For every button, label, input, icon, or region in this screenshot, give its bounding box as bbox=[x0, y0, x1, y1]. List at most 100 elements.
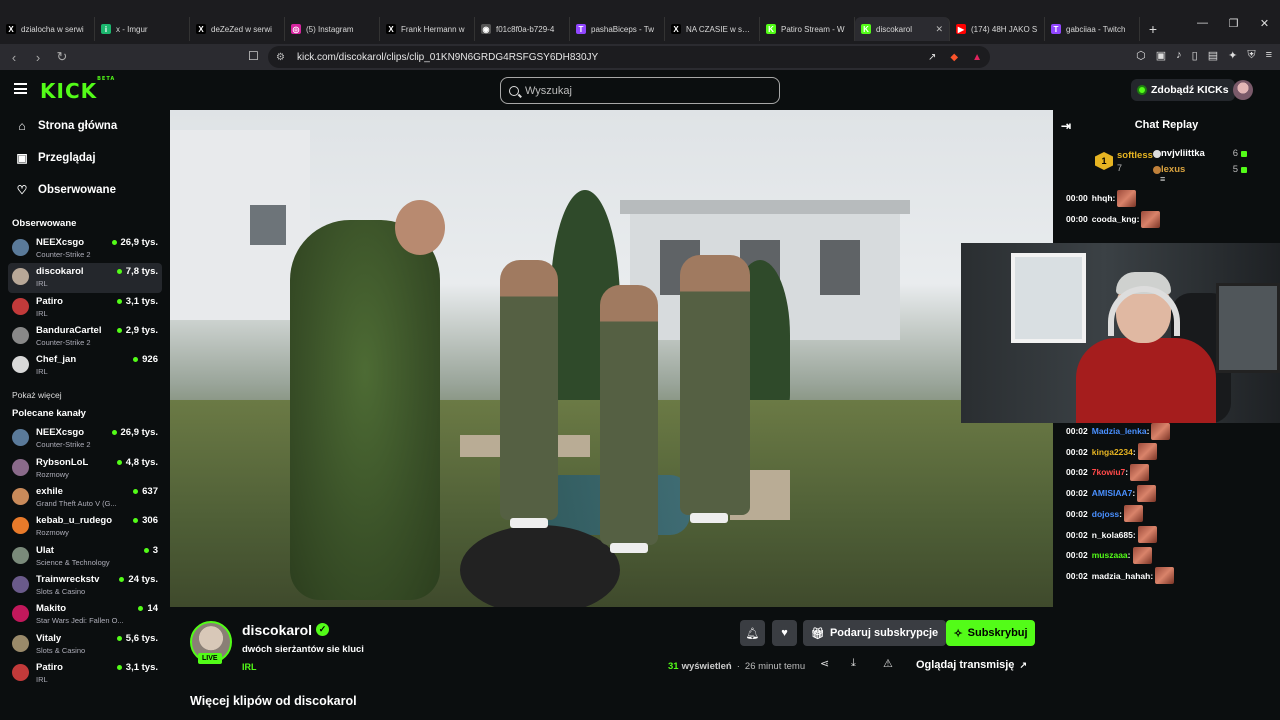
chat-message: 00:02 kinga2234: bbox=[1053, 441, 1280, 462]
message-username[interactable]: muszaaa bbox=[1092, 550, 1128, 560]
maximize-icon[interactable]: ❐ bbox=[1218, 17, 1249, 30]
nav-item-heart[interactable]: ♡ Obserwowane bbox=[0, 174, 170, 206]
back-icon[interactable]: ‹ bbox=[4, 50, 24, 65]
channel-viewers: 14 bbox=[138, 603, 158, 614]
tab-favicon-icon: i bbox=[101, 24, 111, 34]
message-username[interactable]: madzia_hahah bbox=[1092, 571, 1151, 581]
brave-shield-icon[interactable]: ◆ bbox=[950, 52, 958, 63]
close-window-icon[interactable]: ✕ bbox=[1249, 17, 1280, 30]
watch-stream-button[interactable]: Oglądaj transmisję ↗ bbox=[916, 659, 1027, 671]
browser-tab[interactable]: ▶ (174) 48H JAKO S bbox=[950, 17, 1045, 41]
leader-2-name[interactable]: nvjvliittka bbox=[1161, 148, 1205, 159]
browser-tab[interactable]: XdeZeZed w serwi bbox=[190, 17, 285, 41]
leo-icon[interactable]: ✦ bbox=[1228, 49, 1237, 62]
share-clip-icon[interactable]: ⋖ bbox=[820, 657, 829, 670]
browser-tab[interactable]: X Frank Hermann w bbox=[380, 17, 475, 41]
channel-viewers: 2,9 tys. bbox=[117, 325, 158, 336]
sidebar-icon[interactable]: ▯ bbox=[1192, 49, 1198, 62]
browser-tab[interactable]: TpashaBiceps - Tw bbox=[570, 17, 665, 41]
sidebar-channel[interactable]: RybsonLoL Rozmowy 4,8 tys. bbox=[8, 454, 162, 483]
hamburger-menu-icon[interactable] bbox=[14, 83, 27, 94]
sidebar-channel[interactable]: kebab_u_rudego Rozmowy 306 bbox=[8, 512, 162, 541]
sidebar-channel[interactable]: exhile Grand Theft Auto V (G... 637 bbox=[8, 483, 162, 512]
browser-tab[interactable]: X NA CZASIE w serw bbox=[665, 17, 760, 41]
sidebar-channel[interactable]: Trainwreckstv Slots & Casino 24 tys. bbox=[8, 571, 162, 600]
tab-title: f01c8f0a-b729-4 bbox=[496, 24, 555, 34]
site-settings-icon[interactable]: ⚙ bbox=[276, 52, 285, 63]
message-username[interactable]: dojoss bbox=[1092, 509, 1119, 519]
browser-tab[interactable]: K Patiro Stream - W bbox=[760, 17, 855, 41]
close-tab-icon[interactable]: ✕ bbox=[935, 24, 943, 35]
sidebar-channel[interactable]: Chef_jan IRL 926 bbox=[8, 351, 162, 380]
share-icon[interactable]: ↗ bbox=[928, 52, 936, 63]
sidebar-channel[interactable]: NEEXcsgo Counter-Strike 2 26,9 tys. bbox=[8, 234, 162, 263]
collapse-chat-icon[interactable]: ⇥ bbox=[1061, 119, 1071, 133]
video-scene-firepit bbox=[460, 525, 620, 607]
reload-icon[interactable]: ↻ bbox=[52, 49, 72, 65]
kicks-gem-icon bbox=[1241, 167, 1247, 173]
leader-1-count: 7 bbox=[1117, 163, 1123, 173]
browser-tab[interactable]: Tgabciiaa - Twitch bbox=[1045, 17, 1140, 41]
address-bar: ‹ › ↻ ☐ ⚙ kick.com/discokarol/clips/clip… bbox=[0, 44, 1280, 70]
forward-icon[interactable]: › bbox=[28, 50, 48, 65]
message-username[interactable]: AMISIAA7 bbox=[1092, 488, 1133, 498]
message-username[interactable]: hhqh bbox=[1092, 193, 1113, 203]
download-icon[interactable]: ⤓ bbox=[851, 657, 856, 670]
leader-1-name[interactable]: softless bbox=[1117, 150, 1153, 161]
emote-icon bbox=[1137, 526, 1157, 544]
brave-rewards-icon[interactable]: ▲ bbox=[972, 52, 982, 63]
browser-tab-bar: Xdzialocha w serwi i x - Imgur XdeZeZed w s… bbox=[0, 0, 1280, 44]
vpn-icon[interactable]: ⛨ bbox=[1247, 49, 1255, 62]
sidebar-channel[interactable]: Makito Star Wars Jedi: Fallen O... 14 bbox=[8, 600, 162, 629]
notifications-button[interactable]: 🔔︎ bbox=[740, 620, 765, 646]
message-username[interactable]: Madzia_lenka bbox=[1092, 426, 1147, 436]
url-field[interactable]: ⚙ kick.com/discokarol/clips/clip_01KN9N6… bbox=[268, 46, 990, 68]
menu-icon[interactable]: ≡ bbox=[1266, 49, 1272, 62]
message-username[interactable]: n_kola685 bbox=[1092, 530, 1133, 540]
browser-tab[interactable]: ◉ f01c8f0a-b729-4 bbox=[475, 17, 570, 41]
wallet-icon[interactable]: ▤ bbox=[1208, 49, 1218, 62]
browser-tab[interactable]: Kdiscokarol ✕ bbox=[855, 17, 950, 41]
new-tab-icon[interactable]: + bbox=[1140, 17, 1166, 41]
video-player[interactable] bbox=[170, 110, 1053, 607]
chat-message: 00:02 Madzia_lenka: bbox=[1053, 421, 1280, 442]
search-input[interactable] bbox=[525, 84, 765, 97]
sidebar-channel[interactable]: Patiro IRL 3,1 tys. bbox=[8, 659, 162, 688]
channel-category: Star Wars Jedi: Fallen O... bbox=[36, 616, 124, 626]
clip-stats: 31 wyświetleń · 26 minut temu bbox=[668, 661, 805, 672]
report-icon[interactable]: ⚠ bbox=[883, 657, 893, 670]
tab-title: x - Imgur bbox=[116, 24, 148, 34]
message-username[interactable]: kinga2234 bbox=[1092, 447, 1133, 457]
clip-category[interactable]: IRL bbox=[242, 662, 257, 672]
nav-item-browse[interactable]: ▣ Przeglądaj bbox=[0, 142, 170, 174]
message-username[interactable]: cooda_kng bbox=[1092, 214, 1137, 224]
sidebar-channel[interactable]: Patiro IRL 3,1 tys. bbox=[8, 293, 162, 322]
kick-logo[interactable]: KICKBETA bbox=[40, 76, 115, 103]
sidebar-channel[interactable]: discokarol IRL 7,8 tys. bbox=[8, 263, 162, 293]
extensions-icon[interactable]: ⬡ bbox=[1136, 49, 1146, 62]
bookmark-icon[interactable]: ☐ bbox=[248, 49, 259, 63]
expand-leaderboard-icon[interactable]: ≡ bbox=[1160, 174, 1165, 184]
views-count: 31 bbox=[668, 661, 679, 672]
message-username[interactable]: 7kowiu7 bbox=[1092, 467, 1126, 477]
subscribe-button[interactable]: ✧ Subskrybuj bbox=[946, 620, 1035, 646]
browser-tab[interactable]: ◎ (5) Instagram bbox=[285, 17, 380, 41]
screenshot-icon[interactable]: ▣ bbox=[1156, 49, 1166, 62]
sidebar-channel[interactable]: Vitaly Slots & Casino 5,6 tys. bbox=[8, 630, 162, 659]
minimize-icon[interactable]: — bbox=[1187, 17, 1218, 30]
show-more-link[interactable]: Pokaż więcej bbox=[0, 382, 170, 408]
get-kicks-button[interactable]: Zdobądź KICKs bbox=[1131, 79, 1235, 101]
browser-tab[interactable]: i x - Imgur bbox=[95, 17, 190, 41]
nav-item-home[interactable]: ⌂ Strona główna bbox=[0, 110, 170, 142]
gift-subs-button[interactable]: 🎁︎ Podaruj subskrypcje bbox=[803, 620, 947, 646]
sidebar-channel[interactable]: Ulat Science & Technology 3 bbox=[8, 542, 162, 571]
follow-button[interactable]: ♥ bbox=[772, 620, 797, 646]
tab-favicon-icon: X bbox=[386, 24, 396, 34]
sidebar-channel[interactable]: BanduraCartel Counter-Strike 2 2,9 tys. bbox=[8, 322, 162, 351]
search-box[interactable] bbox=[500, 77, 780, 104]
sidebar-channel[interactable]: NEEXcsgo Counter-Strike 2 26,9 tys. bbox=[8, 424, 162, 453]
music-icon[interactable]: ♪ bbox=[1176, 49, 1182, 62]
channel-name[interactable]: discokarol bbox=[242, 622, 312, 638]
browser-tab[interactable]: Xdzialocha w serwi bbox=[0, 17, 95, 41]
user-avatar[interactable] bbox=[1233, 80, 1253, 100]
